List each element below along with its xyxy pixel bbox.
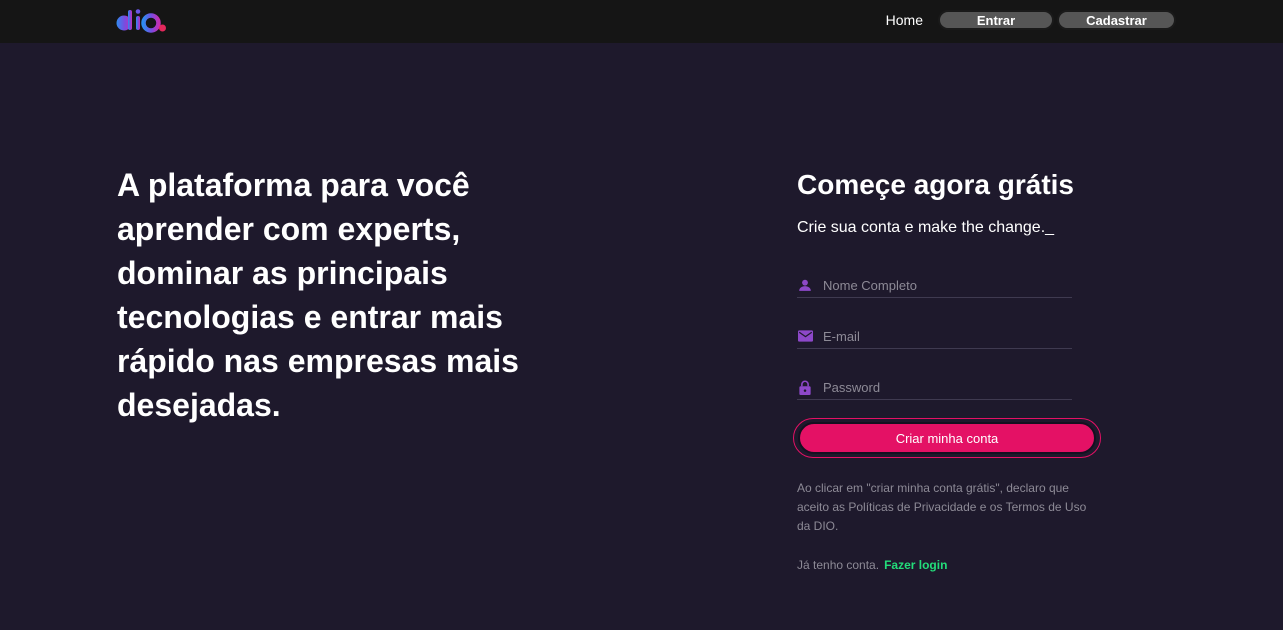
signup-title: Começe agora grátis bbox=[797, 169, 1074, 200]
signup-subtitle: Crie sua conta e make the change._ bbox=[797, 219, 1055, 236]
create-account-button[interactable]: Criar minha conta bbox=[798, 422, 1096, 454]
nav-home-link[interactable]: Home bbox=[886, 12, 923, 28]
login-prompt: Já tenho conta. Fazer login bbox=[797, 558, 1102, 572]
main-nav: Home Entrar Cadastrar bbox=[886, 10, 1176, 30]
password-input[interactable] bbox=[823, 379, 1063, 395]
create-account-button-outline: Criar minha conta bbox=[793, 418, 1101, 458]
terms-text: Ao clicar em "criar minha conta grátis",… bbox=[797, 481, 1087, 533]
top-navbar: Home Entrar Cadastrar bbox=[0, 0, 1283, 43]
dio-logo[interactable] bbox=[116, 8, 182, 34]
email-field bbox=[797, 324, 1072, 349]
have-account-text: Já tenho conta. bbox=[797, 558, 880, 572]
signup-panel: Começe agora grátis Crie sua conta e mak… bbox=[793, 168, 1102, 572]
person-icon bbox=[797, 277, 813, 293]
full-name-input[interactable] bbox=[823, 277, 1063, 293]
login-link[interactable]: Fazer login bbox=[884, 558, 947, 572]
register-button[interactable]: Cadastrar bbox=[1057, 10, 1176, 30]
full-name-field bbox=[797, 273, 1072, 298]
mail-icon bbox=[797, 328, 813, 344]
password-field bbox=[797, 375, 1072, 400]
email-input[interactable] bbox=[823, 328, 1063, 344]
hero-headline: A plataforma para você aprender com expe… bbox=[117, 167, 519, 423]
lock-icon bbox=[797, 379, 813, 395]
login-button[interactable]: Entrar bbox=[938, 10, 1054, 30]
